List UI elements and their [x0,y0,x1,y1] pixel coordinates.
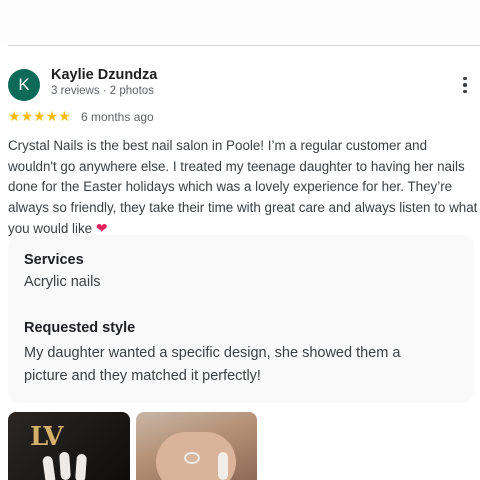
requested-style-value: My daughter wanted a specific design, sh… [24,345,401,384]
nail-shape [42,455,56,480]
divider [8,45,480,46]
avatar[interactable]: K [8,69,40,101]
photo-logo: LV [30,422,63,452]
services-label: Services [24,252,84,268]
avatar-letter: K [18,75,30,94]
star-icon: ★ [20,108,34,124]
star-icon: ★ [8,108,21,124]
top-bar [0,0,480,45]
nail-shape [75,453,87,480]
star-icon: ★ [45,108,59,124]
review-photo[interactable]: LV [8,412,130,480]
more-vert-icon[interactable] [456,76,474,94]
review-photo[interactable] [136,412,257,480]
heart-icon: ❤ [95,220,108,236]
review-body: Crystal Nails is the best nail salon in … [8,138,478,236]
review-text: Crystal Nails is the best nail salon in … [8,136,478,240]
reviewer-name[interactable]: Kaylie Dzundza [51,67,157,83]
reviewer-meta: 3 reviews · 2 photos [51,85,154,97]
star-icon: ★ [58,108,71,124]
requested-style-label: Requested style [24,320,136,336]
review-time: 6 months ago [81,110,154,124]
star-icon: ★ [33,108,46,124]
services-value: Acrylic nails [24,274,101,290]
star-rating: ★ ★ ★ ★ ★ [8,109,71,123]
nail-shape [59,451,71,480]
nail-shape [218,452,228,480]
ring-shape [184,452,200,464]
